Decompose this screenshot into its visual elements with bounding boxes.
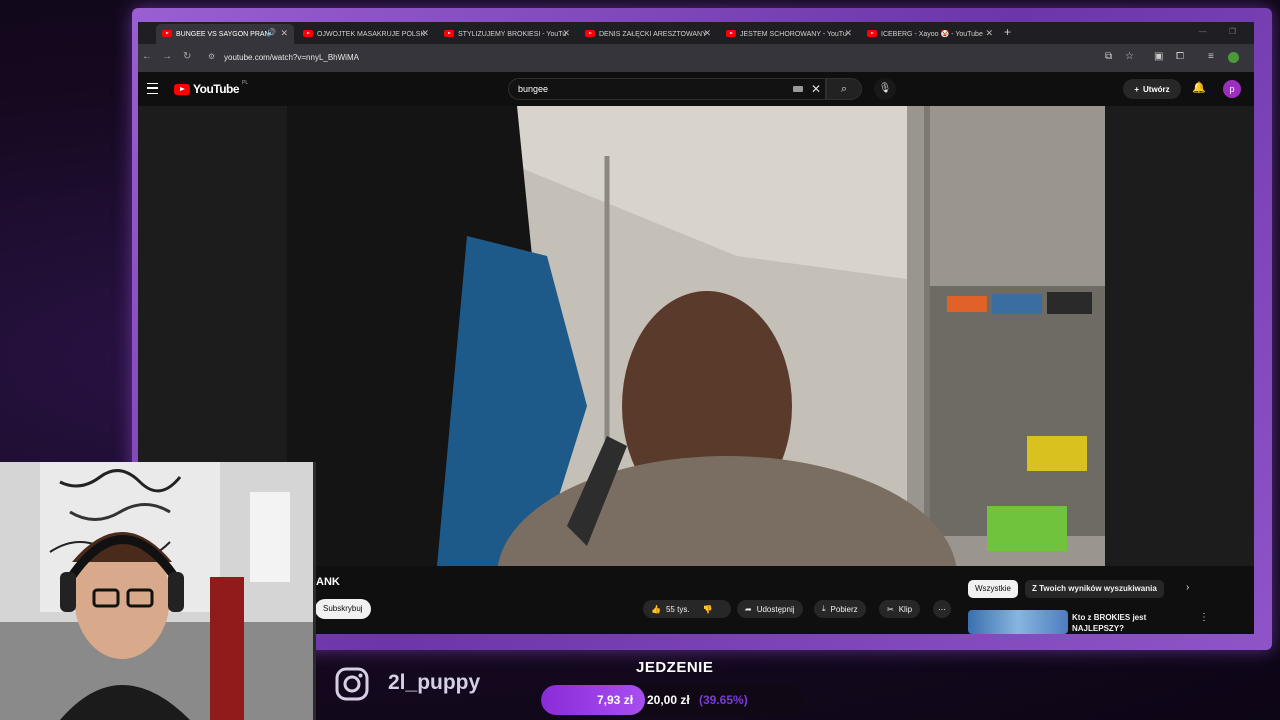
tab-label: DENIS ZAŁĘCKI ARESZTOWANY [599,30,707,38]
more-vertical-icon[interactable]: ⋮ [1199,612,1209,623]
donation-goal-bar: 7,93 zł 20,00 zł (39.65%) [541,685,803,715]
download-button[interactable]: ⤓ Pobierz [814,600,866,618]
tab-stylizujemy[interactable]: STYLIZUJEMY BROKIESI - YouTu ✕ [438,24,576,44]
profile-icon[interactable] [1228,52,1239,63]
install-icon[interactable]: ⧉ [1105,51,1112,62]
keyboard-icon[interactable] [793,86,803,92]
webcam-image [0,462,316,720]
dislike-icon[interactable]: 👎 [703,605,713,614]
youtube-header: YouTube PL bungee ✕ ⌕ 🎙 + Utwórz 🔔 p [138,72,1254,106]
clip-button[interactable]: ✂ Klip [879,600,921,618]
close-tab-icon[interactable]: ✕ [703,28,711,39]
close-tab-icon[interactable]: ✕ [280,28,288,39]
tab-ojwojtek[interactable]: OJWOJTEK MASAKRUJE POLSK ✕ [297,24,435,44]
share-button[interactable]: ➦ Udostępnij [737,600,803,618]
logo-wordmark: YouTube [193,82,240,96]
related-title[interactable]: Kto z BROKIES jest NAJLEPSZY? [1072,612,1182,634]
chip-all[interactable]: Wszystkie [968,580,1018,598]
tab-bungee[interactable]: BUNGEE VS SAYGON PRAN 🔊 ✕ [156,24,294,44]
related-thumbnail[interactable] [968,610,1068,634]
like-icon[interactable]: 👍 [651,605,661,614]
tab-label: ICEBERG - Xayoo 🤡 - YouTube [881,31,983,38]
goal-target-amount: 20,00 zł [647,693,690,707]
close-tab-icon[interactable]: ✕ [421,28,429,39]
clip-label: Klip [898,604,913,614]
instagram-icon [335,667,369,701]
subscribe-button[interactable]: Subskrybuj [315,599,371,619]
video-title: ANK [316,576,340,588]
reload-icon[interactable]: ↻ [183,51,191,62]
share-icon: ➦ [745,604,752,614]
goal-percent: (39.65%) [699,693,748,707]
notifications-bell-icon[interactable]: 🔔 [1192,81,1206,94]
speaker-icon[interactable]: 🔊 [266,28,276,37]
window-controls[interactable]: — ❐ [1199,27,1246,36]
avatar[interactable]: p [1223,80,1241,98]
chevron-right-icon[interactable]: › [1186,582,1189,593]
search-input[interactable]: bungee ✕ [508,78,826,100]
bookmark-star-icon[interactable]: ☆ [1125,51,1134,62]
instagram-handle: 2l_puppy [388,671,481,694]
youtube-logo[interactable]: YouTube PL [174,80,249,96]
voice-search-button[interactable]: 🎙 [874,78,896,100]
clear-search-icon[interactable]: ✕ [811,82,821,96]
donation-goal-title: JEDZENIE [636,659,714,676]
plus-icon: + [1134,84,1139,94]
tab-search-icon[interactable]: ≡ [1208,51,1214,62]
search-icon: ⌕ [840,83,848,95]
video-frame[interactable] [287,106,1105,566]
tab-label: JESTEM SCHOROWANY - YouTu [740,30,847,38]
close-tab-icon[interactable]: ✕ [562,28,570,39]
tab-iceberg[interactable]: ICEBERG - Xayoo 🤡 - YouTube ✕ [861,24,999,44]
microphone-icon: 🎙 [878,83,892,94]
youtube-favicon-icon [726,30,736,37]
close-tab-icon[interactable]: ✕ [844,28,852,39]
webcam-border [313,462,316,720]
back-icon[interactable]: ← [142,51,152,62]
download-label: Pobierz [830,604,858,614]
youtube-favicon-icon [444,30,454,37]
share-label: Udostępnij [756,604,795,614]
like-count[interactable]: 55 tys. [666,605,690,614]
more-icon: ⋯ [938,604,946,614]
youtube-favicon-icon [585,30,595,37]
tab-label: STYLIZUJEMY BROKIESI - YouTu [458,30,567,38]
more-actions-button[interactable]: ⋯ [933,600,951,618]
youtube-favicon-icon [162,30,172,37]
goal-current-amount: 7,93 zł [597,693,634,707]
video-scene-image [287,106,1105,566]
youtube-favicon-icon [867,30,877,37]
tab-label: OJWOJTEK MASAKRUJE POLSK [317,30,426,38]
extension-badge-icon[interactable]: ▣ [1154,51,1163,62]
tab-denis[interactable]: DENIS ZAŁĘCKI ARESZTOWANY ✕ [579,24,717,44]
tab-strip: BUNGEE VS SAYGON PRAN 🔊 ✕ OJWOJTEK MASAK… [138,22,1254,44]
create-button[interactable]: + Utwórz [1123,79,1181,99]
youtube-favicon-icon [303,30,313,37]
extensions-icon[interactable]: ⧠ [1176,51,1184,62]
webcam-overlay [0,462,316,720]
tab-jestem[interactable]: JESTEM SCHOROWANY - YouTu ✕ [720,24,858,44]
scissors-icon: ✂ [887,604,894,614]
chip-from-search[interactable]: Z Twoich wyników wyszukiwania [1025,580,1164,598]
close-tab-icon[interactable]: ✕ [985,28,993,39]
tab-label: BUNGEE VS SAYGON PRAN [176,30,270,38]
country-code: PL [242,80,249,86]
search-button[interactable]: ⌕ [826,78,862,100]
search-query: bungee [518,84,549,94]
address-bar-row: ← → ↻ ⚙ youtube.com/watch?v=nnyL_BhWiMA … [138,44,1254,72]
youtube-play-icon [174,83,190,95]
new-tab-button[interactable]: + [1004,25,1011,39]
site-info-icon[interactable]: ⚙ [208,52,215,61]
url-text[interactable]: youtube.com/watch?v=nnyL_BhWiMA [224,53,359,62]
forward-icon[interactable]: → [162,51,172,62]
create-label: Utwórz [1143,84,1170,94]
download-icon: ⤓ [822,604,826,613]
like-dislike-group: 👍 55 tys. 👎 [643,600,731,618]
menu-icon[interactable] [147,83,158,94]
